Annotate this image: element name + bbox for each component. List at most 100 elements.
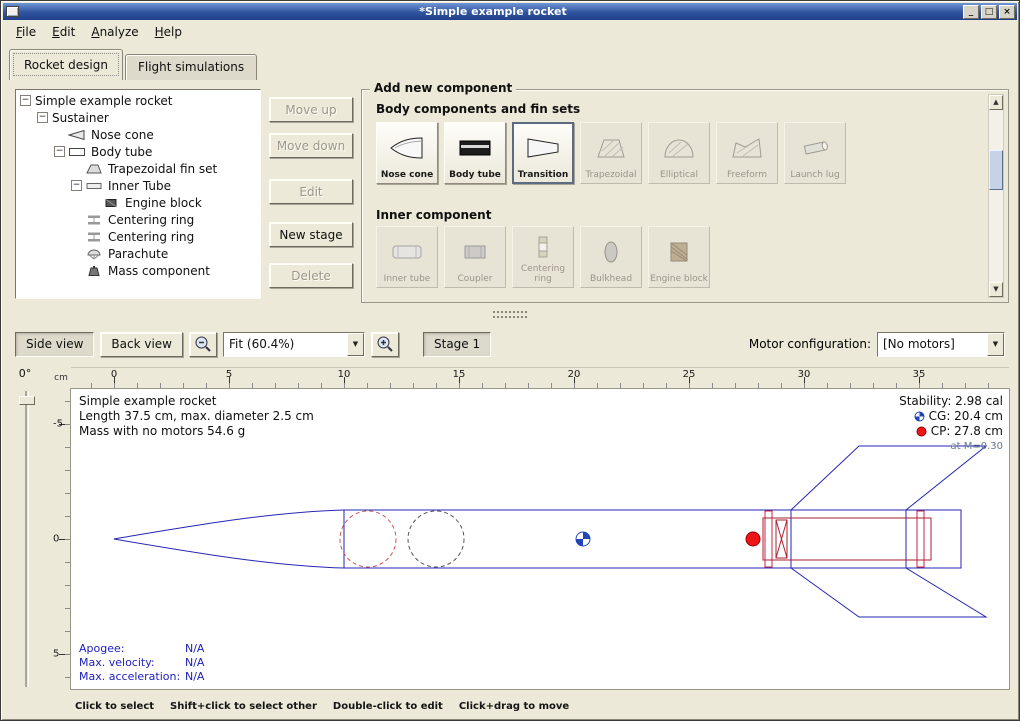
add-centering-ring-button: Centering ring (512, 226, 574, 288)
tree-item-mass-component[interactable]: Mass component (16, 262, 260, 279)
ruler-x-label: 20 (568, 369, 581, 380)
zoom-in-icon (375, 334, 395, 354)
stability-info: Stability: 2.98 cal CG: 20.4 cm CP: 27.8… (899, 394, 1003, 454)
add-coupler-button: Coupler (444, 226, 506, 288)
centering-ring-icon (525, 230, 561, 264)
body-component-buttons: Nose cone Body tube Transition Trapezoid… (376, 122, 846, 184)
scroll-up-icon[interactable]: ▲ (989, 95, 1003, 110)
rotation-slider-handle[interactable] (19, 396, 35, 405)
zoom-in-button[interactable] (371, 332, 399, 357)
menu-edit[interactable]: Edit (44, 22, 83, 42)
cp-marker (746, 532, 760, 546)
ruler-y-label: 0 (53, 534, 59, 545)
tab-flight-simulations[interactable]: Flight simulations (125, 54, 257, 80)
tab-flight-simulations-label: Flight simulations (138, 60, 244, 74)
move-up-button: Move up (269, 97, 353, 122)
maximize-button[interactable]: □ (981, 5, 997, 19)
tree-item-centering-ring-1[interactable]: Centering ring (16, 211, 260, 228)
ruler-x-label: 35 (913, 369, 926, 380)
add-transition-button[interactable]: Transition (512, 122, 574, 184)
statusbar: Click to select Shift+click to select ot… (3, 693, 1017, 719)
tabstrip: Rocket design Flight simulations (9, 47, 259, 80)
hint-shift-click: Shift+click to select other (170, 701, 317, 712)
tab-rocket-design[interactable]: Rocket design (9, 49, 123, 80)
window-title: *Simple example rocket (23, 4, 963, 20)
tree-item-parachute[interactable]: Parachute (16, 245, 260, 262)
side-view-button[interactable]: Side view (15, 332, 94, 357)
rocket-name: Simple example rocket (79, 394, 314, 409)
zoom-out-icon (193, 334, 213, 354)
bulkhead-icon (593, 230, 629, 274)
cp-value: CP: 27.8 cm (931, 424, 1003, 439)
nose-cone-icon (68, 129, 90, 141)
add-trapezoidal-fin-button: Trapezoidal (580, 122, 642, 184)
add-inner-tube-button: Inner tube (376, 226, 438, 288)
app-window: *Simple example rocket _ □ × File Edit A… (0, 0, 1020, 721)
add-launch-lug-button: Launch lug (784, 122, 846, 184)
menu-help[interactable]: Help (147, 22, 190, 42)
nose-cone-icon (389, 126, 425, 170)
rocket-canvas[interactable]: Simple example rocket Length 37.5 cm, ma… (71, 389, 1009, 689)
cg-value: CG: 20.4 cm (929, 409, 1003, 424)
menu-file[interactable]: File (8, 22, 44, 42)
close-button[interactable]: × (999, 5, 1015, 19)
cp-icon (916, 426, 927, 437)
collapse-icon[interactable]: − (20, 95, 31, 106)
zoom-select[interactable]: Fit (60.4%) ▼ (223, 332, 365, 357)
rotation-value: 0° (11, 367, 39, 380)
tree-item-engine-block[interactable]: Engine block (16, 194, 260, 211)
cg-icon (914, 411, 925, 422)
menu-analyze[interactable]: Analyze (83, 22, 146, 42)
flight-stats: Apogee: N/A Max. velocity: N/A Max. acce… (79, 642, 204, 684)
add-panel-scrollbar[interactable]: ▲ ▼ (988, 94, 1004, 298)
engine-block-icon (102, 197, 124, 209)
add-component-panel: Add new component Body components and fi… (361, 89, 1009, 303)
scrollbar-thumb[interactable] (989, 150, 1003, 190)
collapse-icon[interactable]: − (71, 180, 82, 191)
tree-item-inner-tube[interactable]: − Inner Tube (16, 177, 260, 194)
new-stage-button[interactable]: New stage (269, 222, 353, 247)
max-velocity-label: Max. velocity: (79, 656, 185, 670)
rotation-slider[interactable] (25, 391, 29, 687)
collapse-icon[interactable]: − (37, 112, 48, 123)
ruler-x-label: 10 (338, 369, 351, 380)
add-elliptical-fin-button: Elliptical (648, 122, 710, 184)
move-down-button: Move down (269, 133, 353, 158)
window-controls: _ □ × (963, 5, 1015, 19)
collapse-icon[interactable]: − (54, 146, 65, 157)
body-tube-icon (457, 126, 493, 170)
cg-marker (576, 532, 590, 546)
component-tree[interactable]: − Simple example rocket − Sustainer Nose… (15, 89, 261, 299)
add-component-title: Add new component (370, 81, 516, 95)
stage-1-toggle[interactable]: Stage 1 (423, 332, 491, 357)
trapezoidal-fin-icon (593, 126, 629, 170)
inner-component-label: Inner component (376, 208, 491, 222)
back-view-button[interactable]: Back view (100, 332, 183, 357)
tree-item-body-tube[interactable]: − Body tube (16, 143, 260, 160)
max-acceleration-label: Max. acceleration: (79, 670, 185, 684)
scroll-down-icon[interactable]: ▼ (989, 282, 1003, 297)
add-bulkhead-button: Bulkhead (580, 226, 642, 288)
window-menu-icon[interactable] (6, 6, 19, 17)
max-acceleration-value: N/A (185, 670, 204, 684)
add-nose-cone-button[interactable]: Nose cone (376, 122, 438, 184)
rocket-dimensions: Length 37.5 cm, max. diameter 2.5 cm (79, 409, 314, 424)
max-velocity-value: N/A (185, 656, 204, 670)
hint-click-drag: Click+drag to move (459, 701, 569, 712)
chevron-down-icon[interactable]: ▼ (347, 333, 364, 356)
add-body-tube-button[interactable]: Body tube (444, 122, 506, 184)
horizontal-splitter[interactable] (3, 307, 1017, 323)
chevron-down-icon[interactable]: ▼ (987, 333, 1004, 356)
tree-item-centering-ring-2[interactable]: Centering ring (16, 228, 260, 245)
body-components-label: Body components and fin sets (376, 102, 580, 116)
zoom-out-button[interactable] (189, 332, 217, 357)
tree-item-root[interactable]: − Simple example rocket (16, 92, 260, 109)
minimize-button[interactable]: _ (963, 5, 979, 19)
tree-item-trapezoidal-fin-set[interactable]: Trapezoidal fin set (16, 160, 260, 177)
mass-component-icon (85, 265, 107, 277)
ruler-y-label: 5 (53, 649, 59, 660)
titlebar[interactable]: *Simple example rocket _ □ × (3, 3, 1017, 20)
tree-item-nose-cone[interactable]: Nose cone (16, 126, 260, 143)
motor-configuration-select[interactable]: [No motors] ▼ (877, 332, 1005, 357)
tree-item-sustainer[interactable]: − Sustainer (16, 109, 260, 126)
